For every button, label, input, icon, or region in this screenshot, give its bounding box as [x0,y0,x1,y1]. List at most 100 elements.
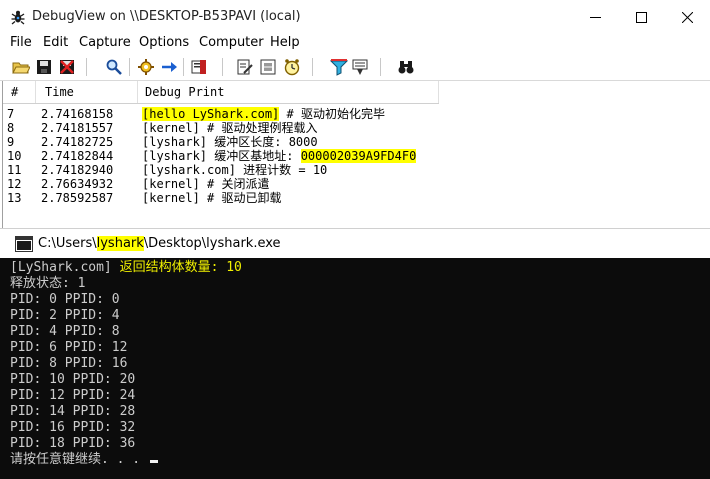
toolbar-separator [129,58,130,76]
highlighted-text: [hello LyShark.com] [142,107,280,121]
row-message: [lyshark.com] 进程计数 = 10 [142,163,328,177]
autoscroll-arrow-icon[interactable] [160,58,178,76]
binoculars-icon[interactable] [397,58,415,76]
column-header-debug-print[interactable]: Debug Print [145,85,224,99]
console-yellow-text: 返回结构体数量: 10 [119,260,242,275]
console-line: PID: 4 PPID: 8 [10,324,120,339]
menu-capture[interactable]: Capture [79,35,131,50]
close-button[interactable] [664,0,710,34]
menu-file[interactable]: File [10,35,32,50]
row-message: [lyshark] 缓冲区长度: 8000 [142,135,318,149]
row-message: [kernel] # 驱动处理例程载入 [142,121,318,135]
row-number: 8 [7,121,15,135]
highlight-icon[interactable] [351,58,369,76]
menu-bar: File Edit Capture Options Computer Help [0,34,710,54]
clear-display-icon[interactable] [190,58,208,76]
console-line: PID: 10 PPID: 20 [10,372,136,387]
menu-computer[interactable]: Computer [199,35,264,50]
console-title-user: lyshark [96,236,144,251]
console-prefix: [LyShark.com] [10,260,120,275]
console-title: C:\Users\lyshark\Desktop\lyshark.exe [38,236,281,251]
highlighted-text: 000002039A9FD4F0 [300,149,417,163]
console-title-suffix: \Desktop\lyshark.exe [143,236,281,251]
menu-options[interactable]: Options [139,35,189,50]
row-number: 7 [7,107,15,121]
table-row[interactable]: 10 2.74182844 [lyshark] 缓冲区基地址: 00000203… [3,149,703,163]
toolbar-separator [312,58,313,76]
clear-icon[interactable] [58,58,76,76]
toolbar-separator [183,58,184,76]
console-line: PID: 12 PPID: 24 [10,388,136,403]
console-line: PID: 0 PPID: 0 [10,292,120,307]
console-output[interactable]: [LyShark.com] 返回结构体数量: 10 释放状态: 1 PID: 0… [0,258,710,479]
minimize-button[interactable] [572,0,618,34]
row-time: 2.76634932 [41,177,114,191]
row-time: 2.74182844 [41,149,114,163]
console-line: [LyShark.com] 返回结构体数量: 10 [10,260,242,276]
menu-help[interactable]: Help [270,35,300,50]
edit-filter-icon[interactable] [236,58,254,76]
console-line: 释放状态: 1 [10,276,86,291]
console-line: 请按任意键继续. . . [10,452,158,468]
toolbar-separator [222,58,223,76]
table-row[interactable]: 8 2.74181557 [kernel] # 驱动处理例程载入 [3,121,703,135]
history-icon[interactable] [259,58,277,76]
console-line: PID: 14 PPID: 28 [10,404,136,419]
debug-output-list[interactable]: # Time Debug Print 7 2.74168158 [hello L… [2,81,710,241]
row-message: [hello LyShark.com] # 驱动初始化完毕 [142,107,385,121]
table-row[interactable]: 11 2.74182940 [lyshark.com] 进程计数 = 10 [3,163,703,177]
menu-edit[interactable]: Edit [43,35,68,50]
maximize-button[interactable] [618,0,664,34]
console-prompt: 请按任意键继续. . . [10,452,148,467]
clock-icon[interactable] [283,58,301,76]
row-message: [lyshark] 缓冲区基地址: 000002039A9FD4F0 [142,149,417,163]
row-number: 9 [7,135,15,149]
column-header-time[interactable]: Time [45,85,74,99]
row-number: 13 [7,191,22,205]
maximize-icon [635,11,647,23]
console-titlebar: C:\Users\lyshark\Desktop\lyshark.exe [0,228,710,259]
row-time: 2.74182725 [41,135,114,149]
table-row[interactable]: 13 2.78592587 [kernel] # 驱动已卸载 [3,191,703,205]
row-time: 2.78592587 [41,191,114,205]
column-divider [438,81,439,103]
console-line: PID: 18 PPID: 36 [10,436,136,451]
save-icon[interactable] [35,58,53,76]
close-icon [681,11,693,23]
text-cursor [149,460,158,463]
row-number: 10 [7,149,22,163]
console-line: PID: 8 PPID: 16 [10,356,128,371]
console-title-prefix: C:\Users\ [38,236,97,251]
toolbar-separator [86,58,87,76]
row-message: [kernel] # 驱动已卸载 [142,191,282,205]
filter-funnel-icon[interactable] [330,58,348,76]
row-time: 2.74182940 [41,163,114,177]
toolbar-separator [380,58,381,76]
table-row[interactable]: 9 2.74182725 [lyshark] 缓冲区长度: 8000 [3,135,703,149]
table-row[interactable]: 12 2.76634932 [kernel] # 关闭派遣 [3,177,703,191]
debugview-bug-icon [10,9,26,25]
message-text: # 驱动初始化完毕 [279,107,385,121]
table-row[interactable]: 7 2.74168158 [hello LyShark.com] # 驱动初始化… [3,107,703,121]
column-divider [137,81,138,103]
row-number: 11 [7,163,22,177]
find-icon[interactable] [105,58,123,76]
list-header: # Time Debug Print [3,81,439,104]
toolbar [0,54,710,81]
console-line: PID: 2 PPID: 4 [10,308,120,323]
row-number: 12 [7,177,22,191]
row-message: [kernel] # 关闭派遣 [142,177,270,191]
row-time: 2.74168158 [41,107,114,121]
minimize-icon [589,12,601,23]
debugview-titlebar: DebugView on \\DESKTOP-B53PAVI (local) [0,0,710,34]
column-header-number[interactable]: # [11,85,18,99]
console-line: PID: 6 PPID: 12 [10,340,128,355]
message-text: [lyshark] 缓冲区基地址: [142,149,301,163]
open-folder-icon[interactable] [12,58,30,76]
console-window-icon [15,236,33,252]
window-title: DebugView on \\DESKTOP-B53PAVI (local) [32,9,301,24]
capture-gear-icon[interactable] [137,58,155,76]
column-divider [35,81,36,103]
console-line: PID: 16 PPID: 32 [10,420,136,435]
row-time: 2.74181557 [41,121,114,135]
